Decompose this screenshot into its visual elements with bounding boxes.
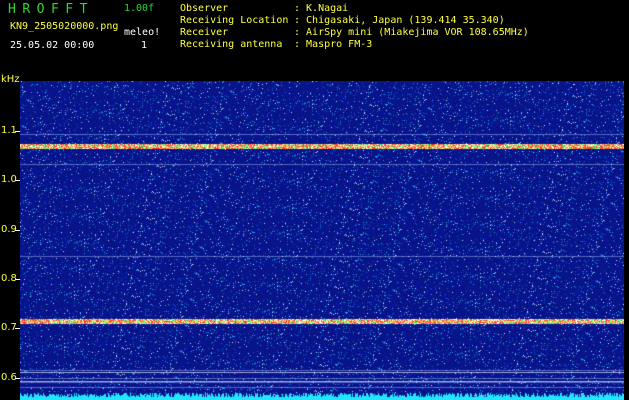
receiver-label: Receiver xyxy=(180,27,229,38)
control-label: meleo! xyxy=(124,27,161,38)
y-axis-panel xyxy=(0,72,20,400)
location-label: Receiving Location xyxy=(180,15,289,26)
observer-value: : K.Nagai xyxy=(294,3,349,14)
control-value: 1 xyxy=(141,40,148,51)
header-panel: HROFFT 1.00f KN9_2505020000.png meleo! 1… xyxy=(0,0,629,72)
observer-label: Observer xyxy=(180,3,229,14)
datetime-label: 25.05.02 00:00 xyxy=(10,40,95,51)
antenna-value: : Maspro FM-3 xyxy=(294,39,373,50)
y-axis-unit: kHz xyxy=(1,74,20,85)
antenna-label: Receiving antenna xyxy=(180,39,283,50)
filename-label: KN9_2505020000.png xyxy=(10,21,119,32)
receiver-value: : AirSpy mini (Miakejima VOR 108.65MHz) xyxy=(294,27,529,38)
version-label: 1.00f xyxy=(124,3,155,14)
waterfall-canvas xyxy=(20,81,624,400)
app-name: HROFFT xyxy=(8,2,94,17)
waterfall-spectrogram[interactable] xyxy=(20,81,624,400)
location-value: : Chigasaki, Japan (139.414 35.340) xyxy=(294,15,505,26)
